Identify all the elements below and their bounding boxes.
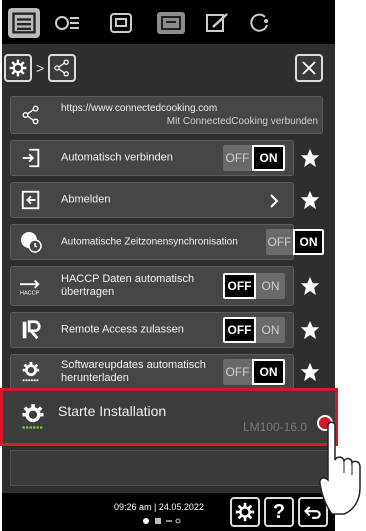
breadcrumb-separator: >: [36, 60, 45, 76]
remote-access-row[interactable]: Remote Access zulassen OFF ON: [10, 312, 294, 348]
status-icons: [143, 518, 181, 524]
breadcrumb: >: [2, 48, 335, 88]
start-installation-row[interactable]: Starte Installation LM100-16.0: [0, 388, 338, 446]
device-screen: > https://www.connectedcooking.com Mit C…: [2, 0, 335, 531]
settings-list-icon[interactable]: [48, 8, 86, 38]
connect-icon[interactable]: [242, 8, 280, 38]
auto-connect-label: Automatisch verbinden: [61, 151, 173, 164]
software-updates-label: Softwareupdates automatisch herunterlade…: [61, 359, 206, 384]
software-updates-toggle[interactable]: OFF ON: [223, 359, 285, 385]
start-installation-label: Starte Installation: [58, 403, 167, 419]
logout-label: Abmelden: [61, 193, 111, 206]
remote-access-label: Remote Access zulassen: [61, 323, 184, 336]
gear-icon: [9, 59, 27, 77]
settings-home-button[interactable]: [230, 497, 260, 527]
favorite-star-icon[interactable]: [299, 361, 321, 383]
login-icon: [17, 144, 45, 172]
toggle-on-option[interactable]: ON: [256, 273, 285, 299]
clock-date: 09:26 am | 24.05.2022: [114, 502, 204, 512]
favorite-star-icon[interactable]: [299, 189, 321, 211]
bottom-bar: 09:26 am | 24.05.2022 ?: [2, 493, 335, 531]
globe-clock-icon: [17, 228, 45, 256]
close-button[interactable]: [295, 54, 323, 82]
update-gear-icon: [17, 358, 45, 386]
toggle-on-option[interactable]: ON: [293, 229, 324, 255]
toggle-off-option[interactable]: OFF: [223, 359, 252, 385]
connection-url: https://www.connectedcooking.com: [61, 103, 218, 114]
timezone-sync-toggle[interactable]: OFF ON: [266, 229, 324, 255]
toggle-on-option[interactable]: ON: [252, 359, 285, 385]
haccp-row[interactable]: HACCP HACCP Daten automatisch übertragen…: [10, 266, 294, 306]
logout-icon: [17, 186, 45, 214]
menu-icon[interactable]: [8, 8, 40, 38]
top-tab-bar: [2, 0, 335, 44]
favorite-star-icon[interactable]: [299, 319, 321, 341]
toggle-off-option[interactable]: OFF: [223, 145, 252, 171]
oven-icon[interactable]: [102, 8, 140, 38]
settings-gear-button[interactable]: [4, 54, 32, 82]
toggle-on-option[interactable]: ON: [252, 145, 285, 171]
timezone-sync-label: Automatische Zeitzonensynchronisation: [61, 236, 238, 248]
favorite-star-icon[interactable]: [299, 275, 321, 297]
share-button[interactable]: [48, 54, 76, 82]
hand-pointer-icon: [319, 421, 361, 515]
edit-icon[interactable]: [198, 8, 236, 38]
chevron-right-icon: [270, 194, 279, 208]
favorite-star-icon[interactable]: [299, 147, 321, 169]
logout-row[interactable]: Abmelden: [10, 182, 294, 218]
svg-text:HACCP: HACCP: [20, 290, 40, 296]
auto-connect-row[interactable]: Automatisch verbinden OFF ON: [10, 140, 294, 176]
update-gear-icon: [22, 404, 44, 429]
toggle-on-option[interactable]: ON: [256, 317, 285, 343]
toggle-off-option[interactable]: OFF: [223, 317, 256, 343]
share-icon: [54, 59, 69, 77]
haccp-label: HACCP Daten automatisch übertragen: [61, 273, 195, 298]
timezone-sync-row[interactable]: Automatische Zeitzonensynchronisation OF…: [10, 224, 324, 260]
software-updates-row[interactable]: Softwareupdates automatisch herunterlade…: [10, 354, 294, 390]
close-icon: [302, 61, 316, 75]
toggle-off-option[interactable]: OFF: [266, 229, 293, 255]
empty-list-row: [10, 450, 328, 486]
haccp-icon: HACCP: [17, 272, 45, 300]
remote-access-toggle[interactable]: OFF ON: [223, 317, 285, 343]
haccp-toggle[interactable]: OFF ON: [223, 273, 285, 299]
help-button[interactable]: ?: [264, 497, 294, 527]
toggle-off-option[interactable]: OFF: [223, 273, 256, 299]
software-version: LM100-16.0: [242, 420, 307, 434]
tray-icon[interactable]: [157, 12, 185, 34]
remote-access-icon: [17, 316, 45, 344]
gear-icon: [235, 502, 255, 522]
connection-status: Mit ConnectedCooking verbunden: [166, 116, 318, 127]
share-icon: [17, 101, 45, 129]
auto-connect-toggle[interactable]: OFF ON: [223, 145, 285, 171]
connection-info-row: https://www.connectedcooking.com Mit Con…: [10, 96, 323, 134]
